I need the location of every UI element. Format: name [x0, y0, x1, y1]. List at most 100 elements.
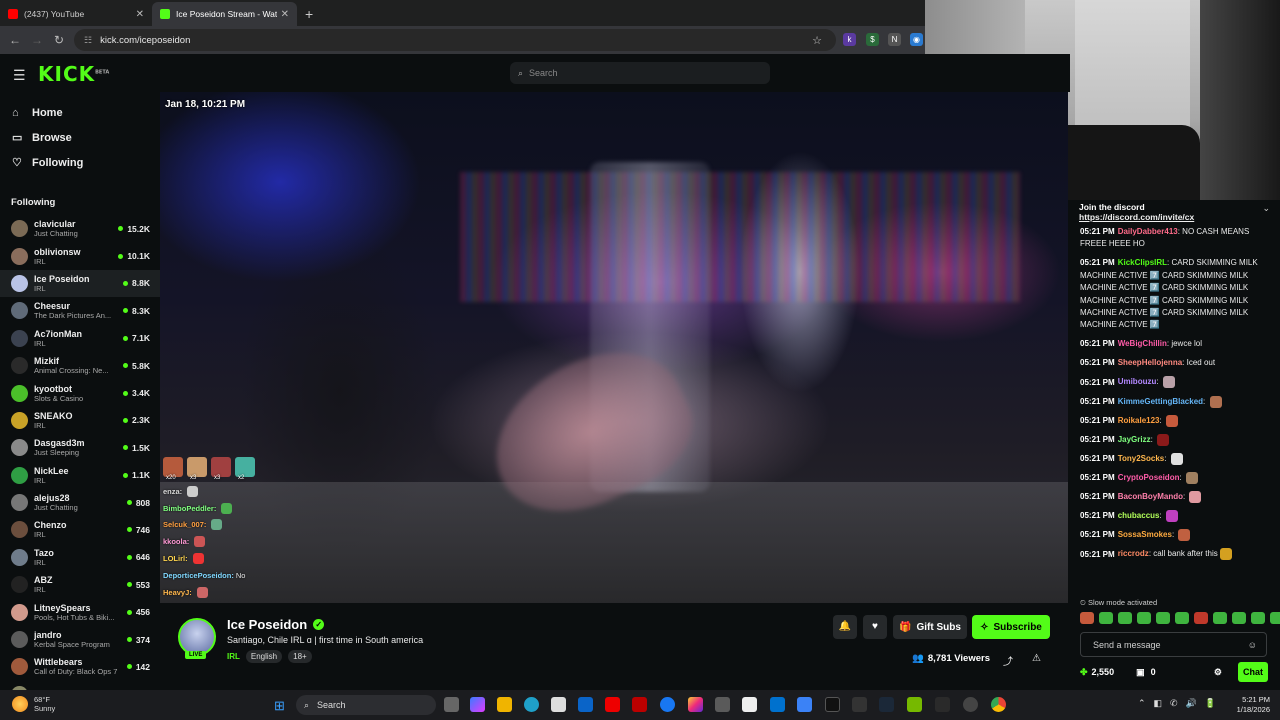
copilot-icon[interactable] [470, 697, 485, 712]
category-link[interactable]: IRL [227, 652, 240, 661]
chat-message[interactable]: 05:21 PM DailyDabber413: NO CASH MEANS FR… [1080, 226, 1271, 251]
sidebar-channel-callmemiamiller[interactable]: callmemiamiller92 [0, 681, 160, 690]
amazon-icon[interactable] [742, 697, 757, 712]
weather-widget[interactable]: 68°F Sunny [12, 695, 55, 713]
chat-message[interactable]: 05:21 PM riccrodz: call bank after this [1080, 548, 1271, 561]
epic-games-icon[interactable] [935, 697, 950, 712]
pinned-message[interactable]: Join the discord https://discord.com/inv… [1070, 200, 1280, 226]
walmart-icon[interactable] [770, 697, 785, 712]
emoji-picker-icon[interactable]: ☺ [1248, 640, 1257, 650]
sidebar-channel-dasgasd3m[interactable]: Dasgasd3m Just Sleeping 1.5K [0, 434, 160, 461]
chat-message[interactable]: 05:21 PM BaconBoyMando: [1080, 491, 1271, 504]
sidebar-channel-kyootbot[interactable]: kyootbot Slots & Casino 3.4K [0, 379, 160, 406]
chat-message[interactable]: 05:21 PM SheepHellojenna: Iced out [1080, 357, 1271, 369]
sidebar-channel-mizkif[interactable]: Mizkif Animal Crossing: Ne... 5.8K [0, 352, 160, 379]
chat-message[interactable]: 05:21 PM SossaSmokes: [1080, 529, 1271, 542]
emote-button[interactable] [1137, 612, 1151, 624]
tab-kick[interactable]: Ice Poseidon Stream - Watc ✕ [152, 2, 297, 26]
reload-icon[interactable]: ↻ [48, 33, 70, 47]
emote-button[interactable] [1156, 612, 1170, 624]
emote-button[interactable] [1194, 612, 1208, 624]
site-info-icon[interactable]: ☷ [84, 35, 92, 46]
url-field[interactable]: ☷ kick.com/iceposeidon ☆ [74, 29, 836, 51]
chevron-down-icon[interactable]: ⌄ [1262, 203, 1270, 214]
youtube-icon[interactable] [605, 697, 620, 712]
windows-start-icon[interactable]: ⊞ [274, 698, 285, 714]
tag-mature[interactable]: 18+ [288, 650, 312, 663]
emote-button[interactable] [1118, 612, 1132, 624]
outlook-icon[interactable] [578, 697, 593, 712]
nvidia-icon[interactable] [907, 697, 922, 712]
video-player[interactable]: Jan 18, 10:21 PM x20 x3 x3 x2 enza: BimboPed… [160, 92, 1068, 603]
app-icon[interactable] [852, 697, 867, 712]
sidebar-channel-litneyspears[interactable]: LitneySpears Pools, Hot Tubs & Biki... 456 [0, 598, 160, 625]
sidebar-channel-nicklee[interactable]: NickLee IRL 1.1K [0, 462, 160, 489]
sidebar-channel-ac7ionman[interactable]: Ac7ionMan IRL 7.1K [0, 325, 160, 352]
follow-heart-button[interactable]: ♥ [863, 615, 887, 639]
chat-message-input[interactable]: Send a message ☺ [1080, 632, 1267, 657]
nav-home[interactable]: ⌂ Home [0, 100, 160, 125]
bookmark-star-icon[interactable]: ☆ [812, 34, 822, 47]
extension-icon[interactable]: N [888, 33, 901, 46]
kick-logo[interactable]: KICKBETA [38, 62, 109, 86]
share-icon[interactable]: ⤴ [1003, 653, 1013, 668]
emote-button[interactable] [1213, 612, 1227, 624]
app-icon[interactable] [797, 697, 812, 712]
emote-button[interactable] [1080, 612, 1094, 624]
new-tab-icon[interactable]: + [297, 2, 321, 26]
chrome-icon[interactable] [991, 697, 1006, 712]
chat-message[interactable]: 05:21 PM Tony2Socks: [1080, 452, 1271, 466]
chat-message[interactable]: 05:21 PM chubaccus: [1080, 510, 1271, 523]
chat-settings-gear-icon[interactable]: ⚙ [1214, 667, 1222, 678]
steam-icon[interactable] [879, 697, 894, 712]
netflix-icon[interactable] [632, 697, 647, 712]
hamburger-menu-icon[interactable]: ☰ [13, 67, 26, 84]
sidebar-channel-chenzo[interactable]: Chenzo IRL 746 [0, 516, 160, 543]
tag-language[interactable]: English [245, 650, 283, 663]
send-chat-button[interactable]: Chat [1238, 662, 1268, 682]
edge-icon[interactable] [524, 697, 539, 712]
chat-message[interactable]: 05:21 PM JayGrizz: [1080, 433, 1271, 447]
taskbar-search[interactable]: ⌕ Search [296, 695, 436, 715]
close-tab-icon[interactable]: ✕ [136, 9, 144, 20]
emote-button[interactable] [1270, 612, 1280, 624]
tiktok-icon[interactable] [825, 697, 840, 712]
chat-message[interactable]: 05:21 PM WeBigChillin: jewce lol [1080, 338, 1271, 350]
tab-youtube[interactable]: (2437) YouTube ✕ [0, 2, 152, 26]
emote-button[interactable] [1175, 612, 1189, 624]
extension-icon[interactable]: ◉ [910, 33, 923, 46]
sidebar-channel-ice-poseidon[interactable]: Ice Poseidon IRL 8.8K [0, 269, 160, 298]
kick-points-icon[interactable]: ✤ [1080, 667, 1088, 678]
gift-box-icon[interactable]: ▣ [1136, 667, 1145, 678]
sidebar-channel-wittlebears[interactable]: Wittlebears Call of Duty: Black Ops 7 142 [0, 653, 160, 680]
obs-icon[interactable] [963, 697, 978, 712]
emote-button[interactable] [1099, 612, 1113, 624]
taskbar-clock[interactable]: 5:21 PM 1/18/2026 [1225, 695, 1270, 715]
back-arrow-icon[interactable]: ← [4, 33, 26, 47]
forward-arrow-icon[interactable]: → [26, 33, 48, 47]
sidebar-channel-alejus28[interactable]: alejus28 Just Chatting 808 [0, 489, 160, 516]
notification-bell-button[interactable]: 🔔 [833, 615, 857, 639]
sidebar-channel-tazo[interactable]: Tazo IRL 646 [0, 544, 160, 571]
sidebar-channel-cheesur[interactable]: Cheesur The Dark Pictures An... 8.3K [0, 297, 160, 324]
sidebar-channel-clavicular[interactable]: clavicular Just Chatting 15.2K [0, 215, 160, 242]
chat-message[interactable]: 05:21 PM Roikale123: [1080, 414, 1271, 428]
sidebar-channel-sneako[interactable]: SNEAKO IRL 2.3K [0, 407, 160, 434]
facebook-icon[interactable] [660, 697, 675, 712]
nav-browse[interactable]: ▭ Browse [0, 125, 160, 150]
chat-message[interactable]: 05:21 PM CryptoPoseidon: [1080, 471, 1271, 485]
close-tab-icon[interactable]: ✕ [281, 9, 289, 20]
system-tray-icons[interactable]: ⌃◧✆🔊🔋 [1138, 698, 1224, 709]
chat-message[interactable]: 05:21 PM KimmeGettingBlacked: [1080, 395, 1271, 409]
media-app-icon[interactable] [715, 697, 730, 712]
search-input[interactable]: ⌕ Search [510, 62, 770, 84]
emote-button[interactable] [1232, 612, 1246, 624]
gift-subs-button[interactable]: 🎁 Gift Subs [893, 615, 967, 639]
subscribe-button[interactable]: ✧ Subscribe [972, 615, 1050, 639]
file-explorer-icon[interactable] [497, 697, 512, 712]
sidebar-channel-jandro[interactable]: jandro Kerbal Space Program 374 [0, 626, 160, 653]
instagram-icon[interactable] [688, 697, 703, 712]
extension-icon[interactable]: $ [866, 33, 879, 46]
chat-message[interactable]: 05:21 PM Umibouzu: [1080, 376, 1271, 389]
emote-button[interactable] [1251, 612, 1265, 624]
